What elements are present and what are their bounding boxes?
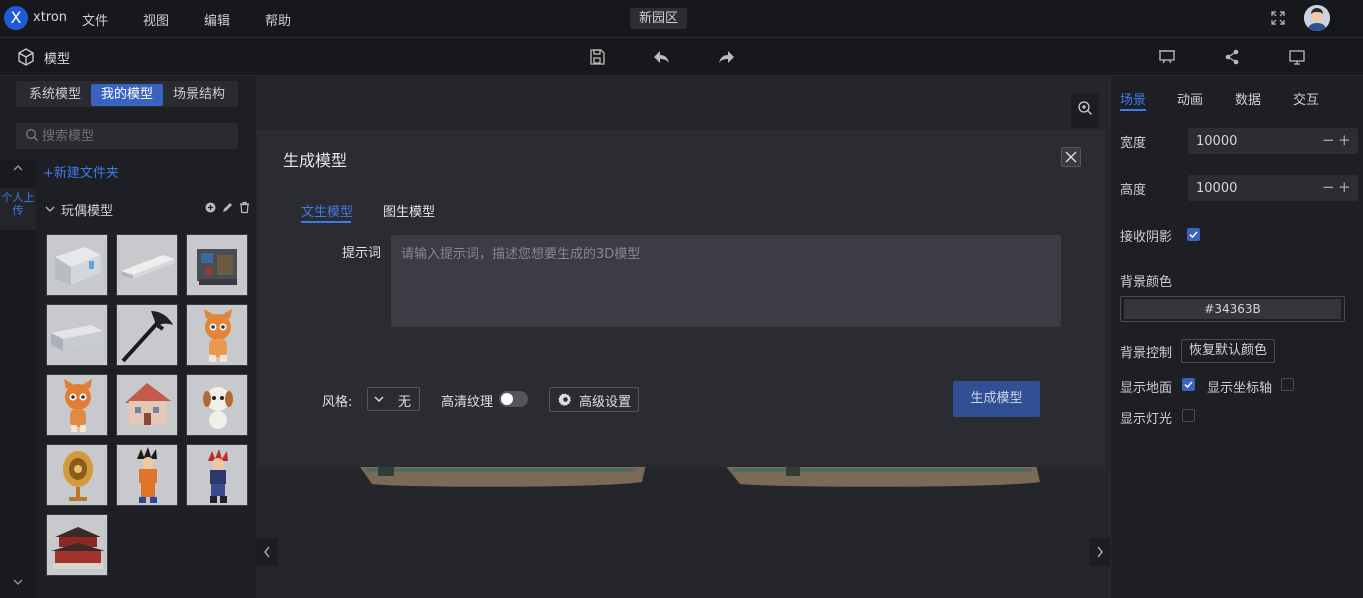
model-thumb-cat-1[interactable] [186,304,248,366]
new-folder-link[interactable]: +新建文件夹 [43,162,119,181]
height-input[interactable] [1196,177,1306,199]
dialog-title: 生成模型 [283,151,348,170]
redo-icon[interactable] [716,47,736,67]
cube-icon [18,48,34,66]
show-ground-checkbox[interactable] [1182,378,1195,391]
tab-scene[interactable]: 场景 [1120,89,1146,108]
receive-shadow-checkbox[interactable] [1187,228,1200,241]
app-brand: xtron [33,10,68,25]
save-icon[interactable] [587,47,607,67]
tab-data[interactable]: 数据 [1235,89,1261,108]
zoom-button[interactable] [1071,94,1099,128]
show-light-checkbox[interactable] [1182,409,1195,422]
chevron-down-icon [374,396,384,402]
bg-color-label: 背景颜色 [1120,275,1173,290]
menu-view[interactable]: 视图 [143,10,169,29]
delete-icon[interactable] [238,201,251,214]
fullscreen-icon[interactable] [1270,10,1286,26]
chevron-left-icon [264,546,270,558]
edit-icon[interactable] [221,201,234,214]
model-thumb-machine[interactable] [186,234,248,296]
menu-file[interactable]: 文件 [82,10,108,29]
tab-interaction[interactable]: 交互 [1293,89,1319,108]
folder-collapse-icon[interactable] [44,203,56,215]
style-value: 无 [398,395,412,410]
monitor-icon[interactable] [1287,47,1307,67]
model-thumb-long-hall[interactable] [116,234,178,296]
check-icon [1184,381,1193,389]
generate-model-button[interactable]: 生成模型 [953,381,1040,417]
collapse-left-button[interactable] [256,538,278,566]
gear-icon [558,393,572,406]
model-thumb-wall[interactable] [46,304,108,366]
reset-color-button[interactable]: 恢复默认颜色 [1181,339,1276,363]
add-circle-icon[interactable] [204,201,217,214]
active-tab-indicator [1120,109,1146,111]
height-decrement-button[interactable]: − [1322,178,1335,196]
advanced-settings-label: 高级设置 [579,395,632,410]
prompt-label: 提示词 [342,246,382,261]
close-icon [1065,151,1077,163]
model-thumb-dog[interactable] [186,374,248,436]
menu-edit[interactable]: 编辑 [204,10,230,29]
style-select[interactable] [367,387,420,411]
model-thumb-building[interactable] [46,234,108,296]
model-thumb-axe[interactable] [116,304,178,366]
chevron-down-icon[interactable] [10,574,26,590]
tab-scene-structure[interactable]: 场景结构 [163,84,235,106]
width-decrement-button[interactable]: − [1322,131,1335,149]
right-panel [1110,76,1363,598]
scene-ground-right [724,464,1040,487]
search-input[interactable] [42,125,232,147]
scene-ground-left [358,464,646,487]
receive-shadow-label: 接收阴影 [1120,230,1173,245]
dialog-tab-indicator [301,221,351,223]
hd-texture-toggle-knob [501,393,513,405]
model-thumb-palace[interactable] [46,514,108,576]
tab-text-to-model[interactable]: 文生模型 [301,201,353,220]
personal-upload-tab[interactable]: 个人上传 [0,188,36,230]
check-icon [1189,231,1198,239]
bg-color-picker[interactable]: #34363B [1124,299,1341,319]
show-axis-checkbox[interactable] [1281,378,1294,391]
show-light-label: 显示灯光 [1120,412,1173,427]
user-avatar[interactable] [1304,5,1330,31]
zoom-in-icon [1078,101,1092,115]
search-icon [26,129,38,141]
width-input[interactable] [1196,130,1306,152]
model-thumb-goku[interactable] [116,444,178,506]
collapse-right-button[interactable] [1089,538,1111,566]
folder-name[interactable]: 玩偶模型 [61,200,113,219]
tab-image-to-model[interactable]: 图生模型 [383,201,435,220]
share-icon[interactable] [1222,47,1242,67]
width-label: 宽度 [1120,136,1147,151]
tab-animation[interactable]: 动画 [1177,89,1203,108]
show-ground-label: 显示地面 [1120,381,1173,396]
show-axis-label: 显示坐标轴 [1207,381,1273,396]
model-thumb-figure[interactable] [186,444,248,506]
app-logo[interactable]: X [4,6,28,30]
chevron-right-icon [1097,546,1103,558]
tab-system-models[interactable]: 系统模型 [19,84,91,106]
chevron-up-icon[interactable] [10,160,26,176]
tab-my-models[interactable]: 我的模型 [91,84,164,106]
height-label: 高度 [1120,183,1147,198]
style-label: 风格: [322,395,353,410]
undo-icon[interactable] [652,47,672,67]
menu-help[interactable]: 帮助 [265,10,291,29]
model-thumb-cat-2[interactable] [46,374,108,436]
hd-texture-label: 高清纹理 [441,395,494,410]
prompt-input[interactable] [391,235,1061,327]
bg-control-label: 背景控制 [1120,346,1173,361]
model-thumb-house[interactable] [116,374,178,436]
width-increment-button[interactable]: + [1338,131,1351,149]
presentation-icon[interactable] [1157,47,1177,67]
toolbar-title: 模型 [44,52,71,67]
model-thumb-medal[interactable] [46,444,108,506]
height-increment-button[interactable]: + [1338,178,1351,196]
dialog-close-button[interactable] [1061,147,1081,167]
project-name[interactable]: 新园区 [630,8,688,29]
